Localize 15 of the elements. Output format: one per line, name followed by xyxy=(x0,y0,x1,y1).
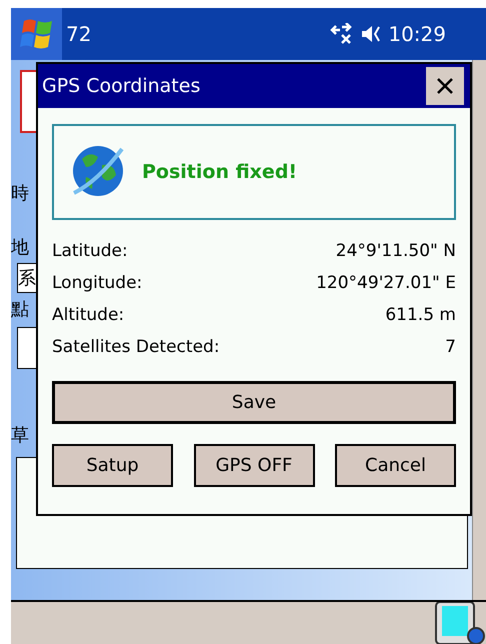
field-value: 120°49'27.01" E xyxy=(316,272,456,295)
field-label: Altitude: xyxy=(52,304,124,327)
form-label: 草 xyxy=(11,425,29,447)
field-label: Longitude: xyxy=(52,272,142,295)
field-label: Satellites Detected: xyxy=(52,336,220,359)
field-value: 24°9'11.50" N xyxy=(336,240,456,263)
field-label: Latitude: xyxy=(52,240,128,263)
status-message: Position fixed! xyxy=(142,160,298,185)
form-label: 地 xyxy=(11,237,29,259)
field-value: 611.5 m xyxy=(385,304,456,327)
form-label: 點 xyxy=(11,299,29,321)
field-value: 7 xyxy=(445,336,456,359)
taskbar-title: 72 xyxy=(66,21,92,48)
dialog-title: GPS Coordinates xyxy=(42,74,200,99)
form-label: 時 xyxy=(11,183,29,205)
